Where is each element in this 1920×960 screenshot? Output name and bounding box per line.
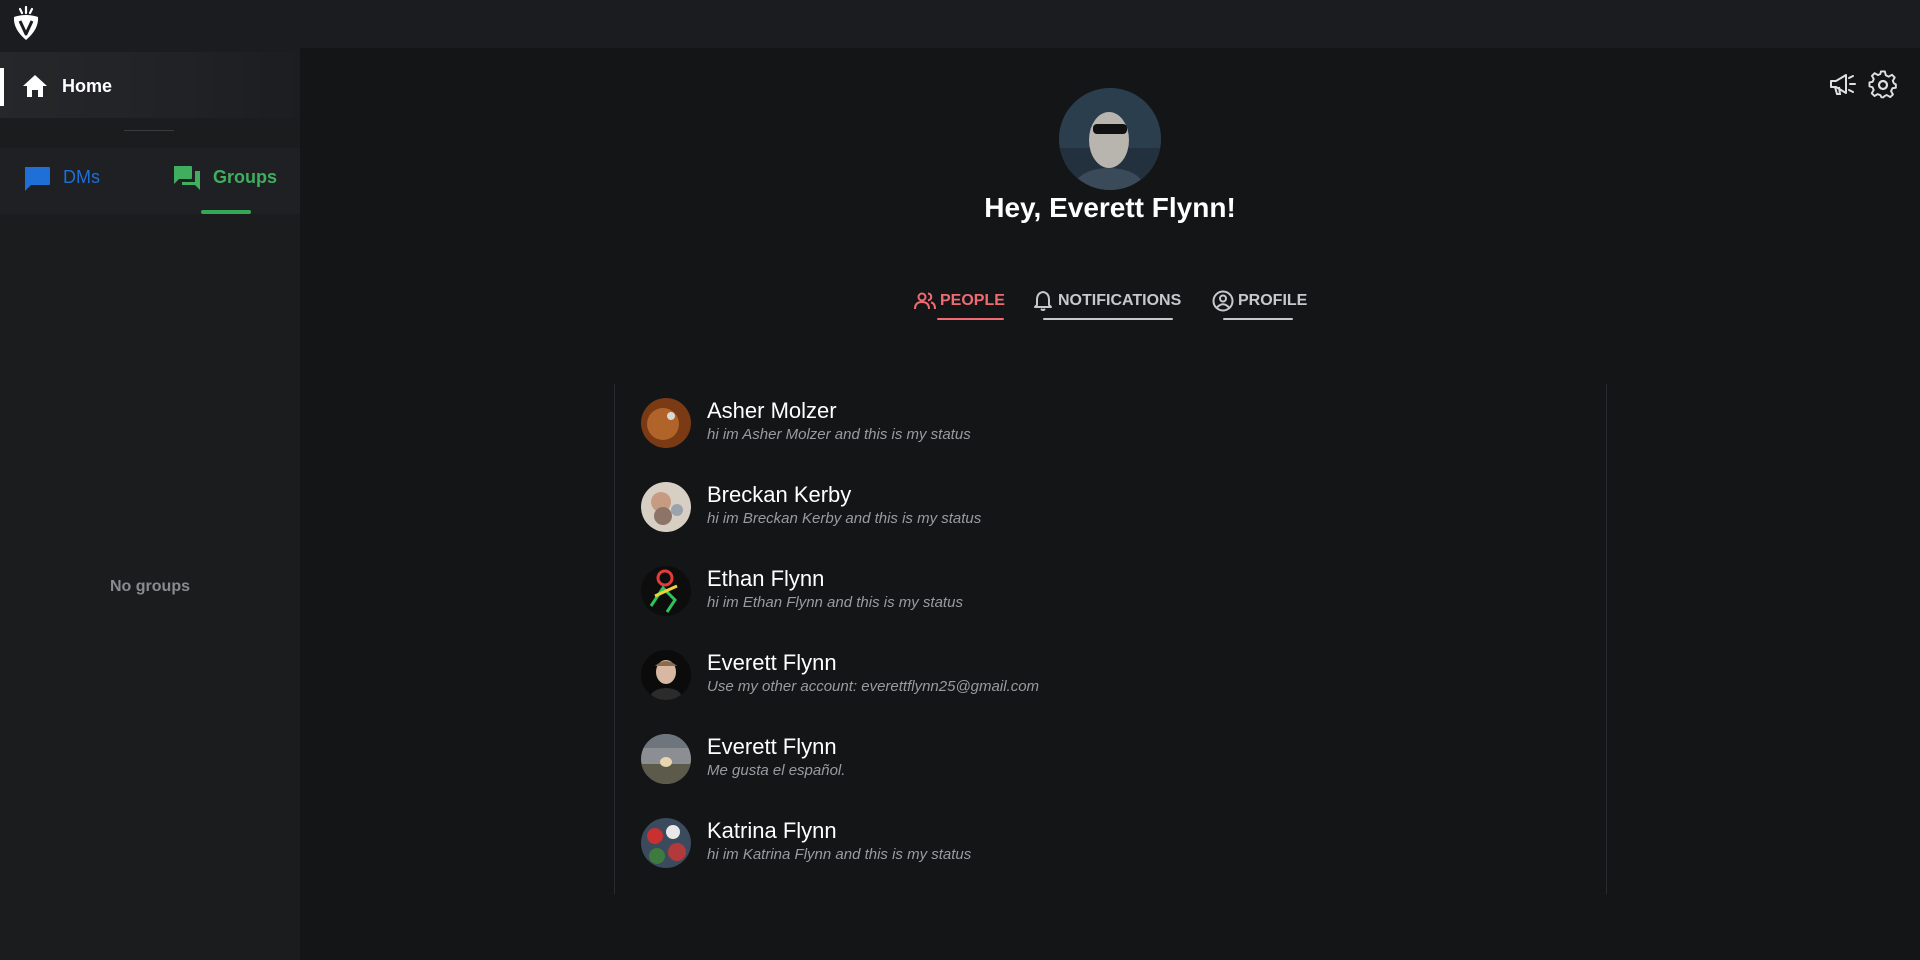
top-bar	[0, 0, 1920, 48]
header-actions	[1818, 70, 1898, 100]
person-name: Everett Flynn	[707, 734, 837, 759]
sidebar-item-home[interactable]: Home	[0, 52, 300, 118]
avatar	[641, 650, 691, 700]
tab-people[interactable]: PEOPLE	[912, 286, 1005, 320]
person-status: hi im Asher Molzer and this is my status	[707, 426, 971, 443]
tab-dms[interactable]: DMs	[18, 148, 128, 214]
avatar	[641, 398, 691, 448]
tab-underline	[937, 318, 1004, 320]
tab-underline	[1043, 318, 1173, 320]
people-list: Asher Molzer hi im Asher Molzer and this…	[614, 384, 1607, 894]
list-item[interactable]: Breckan Kerby hi im Breckan Kerby and th…	[615, 468, 1608, 552]
list-item[interactable]: Everett Flynn Me gusta el español.	[615, 720, 1608, 804]
list-item[interactable]: Ethan Flynn hi im Ethan Flynn and this i…	[615, 552, 1608, 636]
strawberry-logo-icon[interactable]	[10, 5, 42, 43]
group-chat-icon	[172, 163, 202, 193]
person-status: hi im Breckan Kerby and this is my statu…	[707, 510, 982, 527]
tab-profile-label: PROFILE	[1238, 292, 1308, 309]
tab-people-label: PEOPLE	[940, 292, 1005, 309]
home-icon	[22, 74, 48, 98]
chat-type-switcher: DMs Groups	[0, 148, 300, 214]
empty-state-text: No groups	[110, 578, 190, 595]
avatar	[641, 818, 691, 868]
person-status: hi im Ethan Flynn and this is my status	[707, 594, 963, 611]
page-title: Hey, Everett Flynn!	[984, 192, 1236, 223]
tab-profile[interactable]: PROFILE	[1210, 286, 1310, 320]
person-name: Ethan Flynn	[707, 566, 825, 591]
person-status: Me gusta el español.	[707, 762, 846, 779]
person-status: Use my other account: everettflynn25@gma…	[707, 678, 1040, 695]
person-name: Katrina Flynn	[707, 818, 837, 843]
main-tabs: PEOPLE NOTIFICATIONS PROFILE	[900, 286, 1320, 326]
user-avatar[interactable]	[1059, 88, 1161, 190]
list-item[interactable]: Katrina Flynn hi im Katrina Flynn and th…	[615, 804, 1608, 888]
avatar	[641, 482, 691, 532]
active-tab-underline	[201, 210, 251, 214]
people-icon	[914, 290, 936, 312]
tab-underline	[1223, 318, 1293, 320]
bell-icon	[1032, 290, 1054, 312]
person-status: hi im Katrina Flynn and this is my statu…	[707, 846, 972, 863]
user-circle-icon	[1212, 290, 1234, 312]
avatar	[641, 566, 691, 616]
sidebar: Home DMs Groups No groups	[0, 48, 300, 960]
tab-notifications[interactable]: NOTIFICATIONS	[1030, 286, 1190, 320]
megaphone-icon[interactable]	[1828, 70, 1858, 100]
tab-notifications-label: NOTIFICATIONS	[1058, 292, 1182, 309]
chat-bubble-icon	[22, 165, 52, 193]
person-name: Breckan Kerby	[707, 482, 852, 507]
avatar	[641, 734, 691, 784]
tab-groups[interactable]: Groups	[170, 148, 290, 214]
divider	[124, 130, 174, 131]
person-name: Everett Flynn	[707, 650, 837, 675]
tab-groups-label: Groups	[213, 167, 278, 187]
active-indicator	[0, 68, 4, 106]
person-name: Asher Molzer	[707, 398, 837, 423]
gear-icon[interactable]	[1868, 70, 1898, 100]
list-item[interactable]: Everett Flynn Use my other account: ever…	[615, 636, 1608, 720]
tab-dms-label: DMs	[63, 167, 100, 187]
list-item[interactable]: Asher Molzer hi im Asher Molzer and this…	[615, 384, 1608, 468]
sidebar-item-label: Home	[62, 76, 113, 96]
